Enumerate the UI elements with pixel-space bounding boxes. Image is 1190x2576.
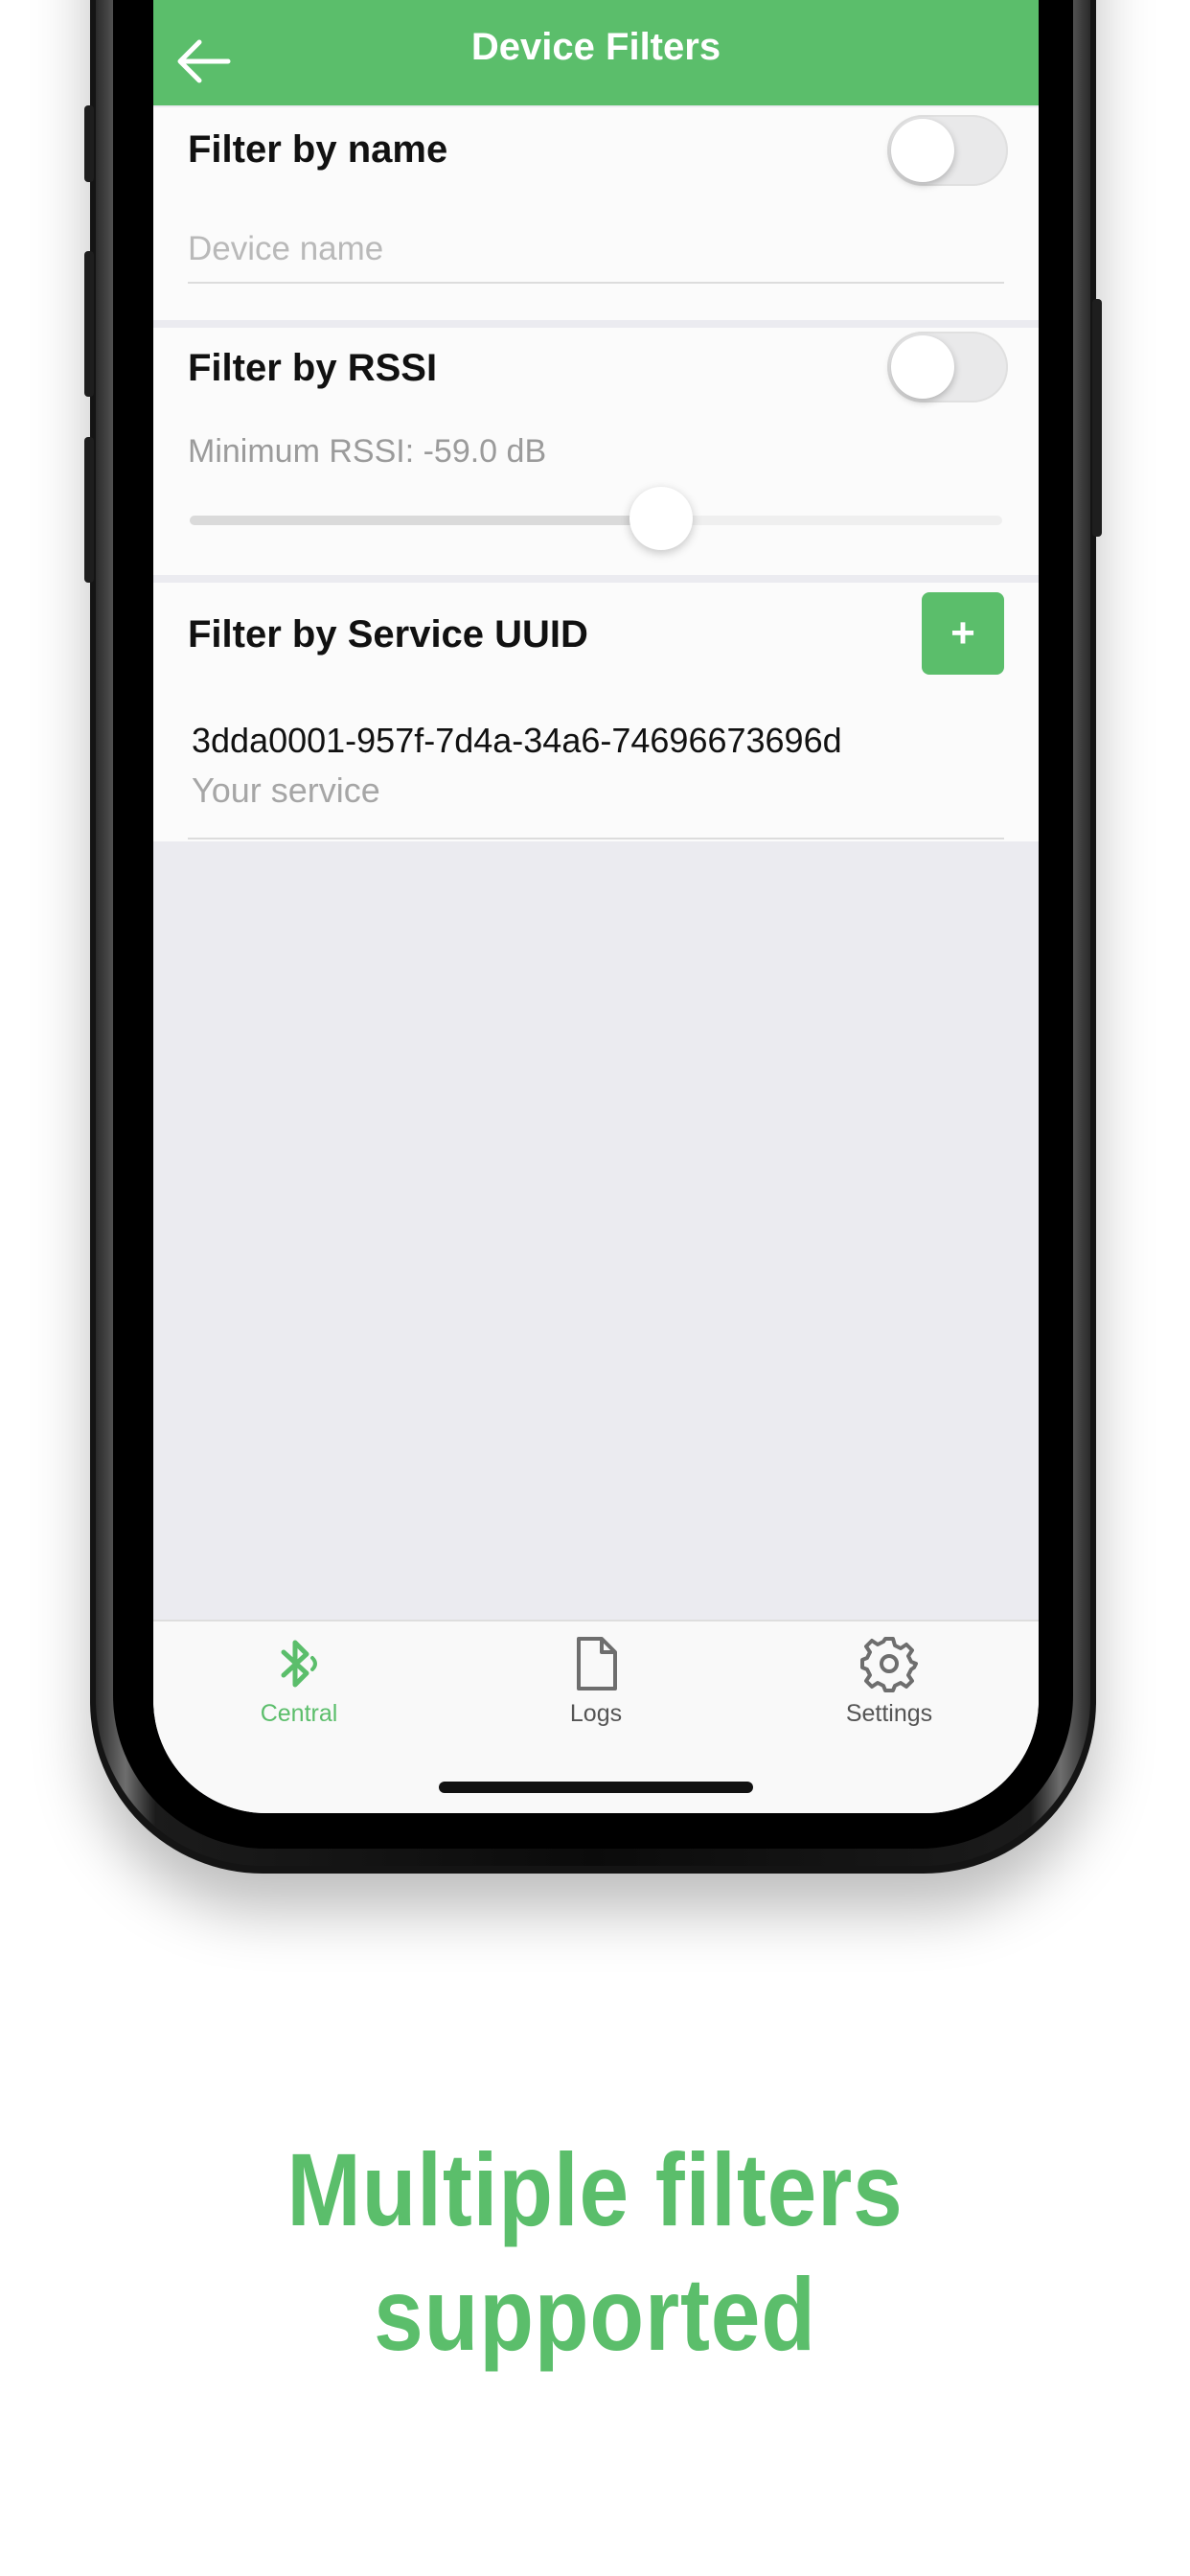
tab-settings-label: Settings bbox=[845, 1700, 933, 1727]
gear-icon bbox=[860, 1637, 918, 1692]
device-name-input[interactable]: Device name bbox=[188, 230, 383, 268]
filter-uuid-section: Filter by Service UUID + 3dda0001-957f-7… bbox=[153, 583, 1039, 841]
tab-logs[interactable]: Logs bbox=[491, 1635, 701, 1728]
uuid-service-label: Your service bbox=[192, 770, 380, 810]
toggle-knob bbox=[891, 335, 954, 399]
device-name-underline bbox=[188, 282, 1004, 284]
rssi-slider[interactable] bbox=[190, 487, 1002, 550]
phone-volume-up-button bbox=[84, 251, 94, 397]
tab-settings[interactable]: Settings bbox=[784, 1635, 995, 1728]
marketing-caption: Multiple filters supported bbox=[83, 2128, 1107, 2377]
nav-bar: Device Filters bbox=[153, 0, 1039, 105]
tab-logs-label: Logs bbox=[569, 1700, 623, 1727]
phone-side-button bbox=[84, 105, 94, 182]
min-rssi-label: Minimum RSSI: -59.0 dB bbox=[188, 433, 547, 470]
filter-uuid-title: Filter by Service UUID bbox=[188, 613, 588, 656]
home-indicator bbox=[439, 1782, 753, 1793]
uuid-underline bbox=[188, 838, 1004, 840]
filter-name-title: Filter by name bbox=[188, 128, 448, 171]
caption-line-1: Multiple filters bbox=[286, 2131, 904, 2247]
uuid-value: 3dda0001-957f-7d4a-34a6-74696673696d bbox=[192, 721, 842, 760]
filter-name-section: Filter by name bbox=[153, 107, 1039, 209]
app-screen: Device Filters Filter by name Device nam… bbox=[153, 0, 1039, 1813]
caption-line-2: supported bbox=[374, 2256, 816, 2372]
document-icon bbox=[577, 1637, 617, 1690]
bluetooth-icon bbox=[281, 1640, 317, 1688]
add-uuid-button[interactable]: + bbox=[922, 592, 1004, 675]
phone-volume-down-button bbox=[84, 437, 94, 583]
phone-power-button bbox=[1092, 299, 1102, 537]
tab-central-label: Central bbox=[260, 1700, 338, 1727]
filter-rssi-title: Filter by RSSI bbox=[188, 347, 438, 389]
toggle-knob bbox=[891, 119, 954, 182]
tab-central[interactable]: Central bbox=[194, 1635, 404, 1728]
filter-rssi-section: Filter by RSSI Minimum RSSI: -59.0 dB bbox=[153, 328, 1039, 575]
rssi-slider-thumb[interactable] bbox=[629, 487, 693, 550]
filter-rssi-toggle[interactable] bbox=[887, 332, 1008, 402]
page-title: Device Filters bbox=[470, 26, 721, 68]
filter-name-toggle[interactable] bbox=[887, 115, 1008, 186]
rssi-slider-fill bbox=[190, 516, 661, 525]
device-name-field-section: Device name bbox=[153, 209, 1039, 320]
